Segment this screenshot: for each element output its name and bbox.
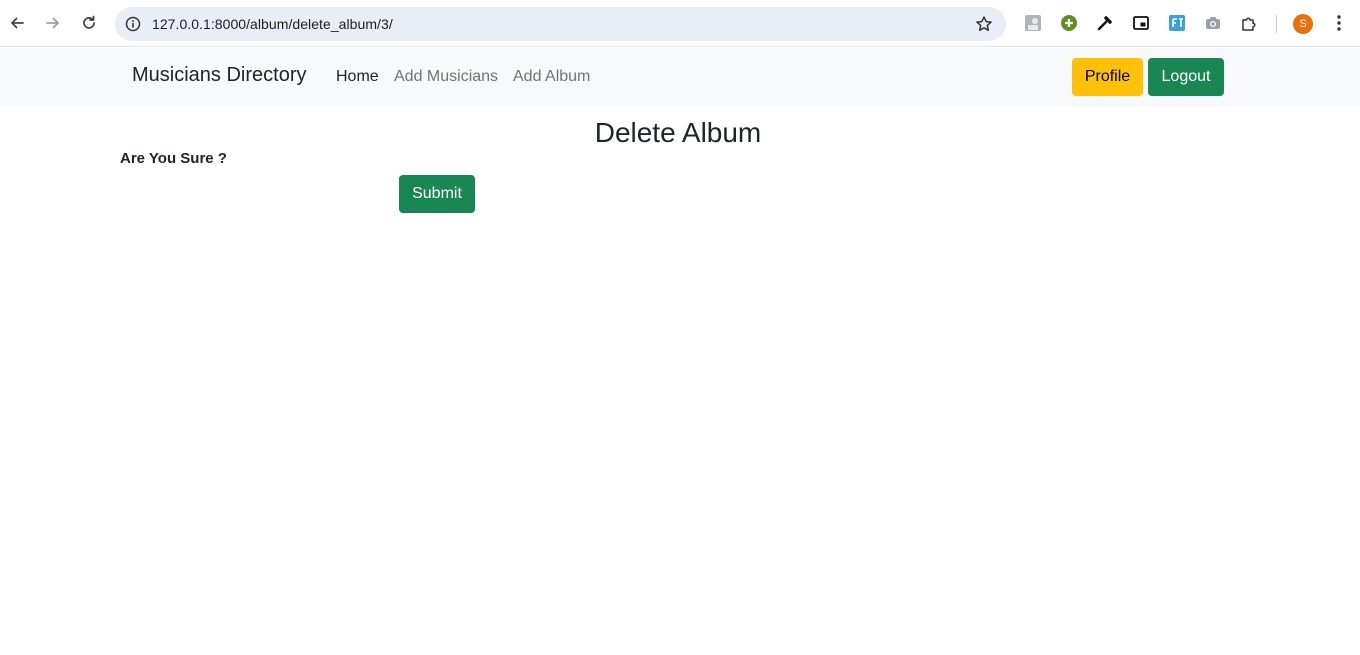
nav-link-home[interactable]: Home <box>336 67 379 87</box>
confirm-label: Are You Sure ? <box>120 150 227 167</box>
url-text[interactable]: 127.0.0.1:8000/album/delete_album/3/ <box>152 15 393 33</box>
logout-button[interactable]: Logout <box>1148 58 1224 96</box>
back-icon[interactable] <box>6 12 28 34</box>
reload-icon[interactable] <box>78 12 100 34</box>
forward-icon[interactable] <box>42 12 64 34</box>
nav-link-add-musicians[interactable]: Add Musicians <box>394 67 498 87</box>
toolbar-separator <box>1276 15 1277 33</box>
extensions-puzzle-icon[interactable] <box>1240 14 1258 32</box>
camera-icon[interactable] <box>1204 14 1222 32</box>
site-info-icon[interactable] <box>124 15 142 33</box>
browser-toolbar: 127.0.0.1:8000/album/delete_album/3/ S <box>0 0 1360 47</box>
brand-link[interactable]: Musicians Directory <box>132 63 306 87</box>
page-title: Delete Album <box>594 117 762 148</box>
extension-plus-icon[interactable] <box>1060 14 1078 32</box>
nav-link-add-album[interactable]: Add Album <box>513 67 590 87</box>
submit-button[interactable]: Submit <box>399 175 475 213</box>
profile-avatar[interactable]: S <box>1293 14 1313 34</box>
address-bar[interactable]: 127.0.0.1:8000/album/delete_album/3/ <box>115 7 1006 41</box>
extension-ft-icon[interactable] <box>1168 14 1186 32</box>
profile-button[interactable]: Profile <box>1072 58 1143 96</box>
picture-in-picture-icon[interactable] <box>1132 14 1150 32</box>
more-menu-icon[interactable] <box>1330 13 1348 33</box>
eyedropper-icon[interactable] <box>1096 14 1114 32</box>
extension-photo-icon[interactable] <box>1024 14 1042 32</box>
bookmark-star-icon[interactable] <box>975 15 993 33</box>
site-navbar: Musicians Directory Home Add Musicians A… <box>0 48 1360 106</box>
